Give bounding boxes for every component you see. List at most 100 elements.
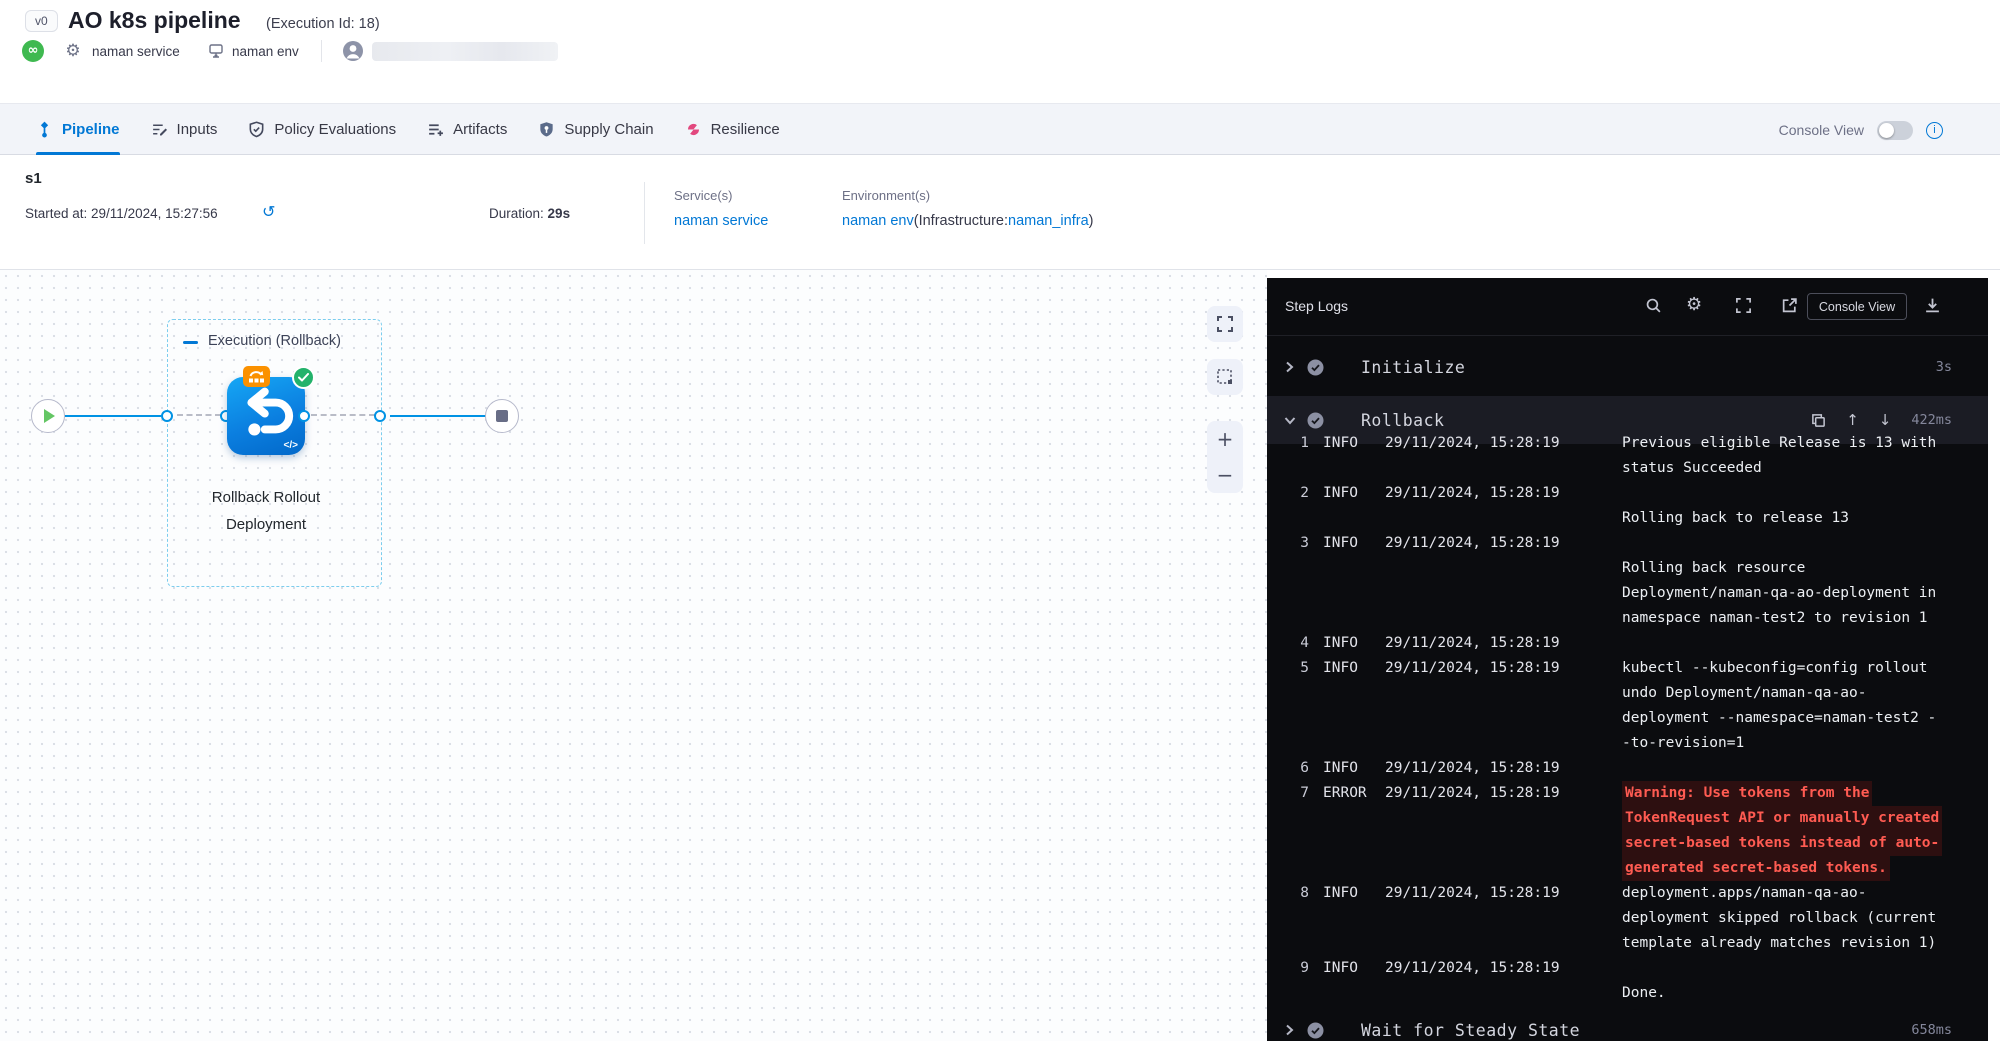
zoom-out-button[interactable]: − [1217, 465, 1234, 485]
tab-pipeline[interactable]: Pipeline [36, 104, 120, 154]
connector-ring-4 [374, 410, 386, 422]
log-line: namespace naman-test2 to revision 1 [1267, 606, 1988, 631]
log-level [1323, 981, 1375, 1006]
log-line-number [1293, 706, 1309, 731]
console-view-toggle[interactable] [1877, 121, 1913, 140]
log-timestamp: 29/11/2024, 15:28:19 [1385, 881, 1567, 906]
fullscreen-icon [1216, 315, 1234, 333]
log-line-number [1293, 806, 1309, 831]
log-level: INFO [1323, 756, 1375, 781]
log-message: Warning: Use tokens from the [1622, 781, 1872, 806]
page-title: AO k8s pipeline [68, 7, 241, 34]
download-logs-icon[interactable] [1924, 297, 1941, 314]
execution-history-icon[interactable]: ↺ [262, 202, 275, 221]
log-line: 6 INFO 29/11/2024, 15:28:19 [1267, 756, 1988, 781]
log-level [1323, 831, 1375, 856]
duration: Duration: 29s [489, 206, 570, 221]
log-line: generated secret-based tokens. [1267, 856, 1988, 881]
log-message: template already matches revision 1) [1622, 931, 1936, 956]
infra-link[interactable]: naman_infra [1008, 213, 1089, 229]
artifacts-icon [427, 121, 444, 138]
log-line-number: 3 [1293, 531, 1309, 556]
log-message: status Succeeded [1622, 456, 1762, 481]
chevron-right-icon[interactable] [1283, 1023, 1295, 1037]
toggle-knob [1879, 123, 1894, 138]
log-message: undo Deployment/naman-qa-ao- [1622, 681, 1866, 706]
tab-policy-evaluations[interactable]: Policy Evaluations [248, 104, 396, 154]
chevron-down-icon[interactable] [1283, 414, 1297, 426]
log-timestamp [1385, 856, 1567, 881]
log-message: secret-based tokens instead of auto- [1622, 831, 1942, 856]
expand-fullscreen-icon[interactable] [1735, 297, 1752, 314]
tab-artifacts[interactable]: Artifacts [427, 104, 507, 154]
header-env-name: naman env [232, 44, 299, 59]
group-label: Execution (Rollback) [208, 333, 341, 349]
section-duration: 422ms [1911, 412, 1952, 428]
play-icon [44, 409, 55, 423]
log-line: TokenRequest API or manually created [1267, 806, 1988, 831]
log-settings-gear-icon[interactable]: ⚙ [1686, 294, 1702, 315]
step-logs-title: Step Logs [1285, 298, 1348, 314]
search-icon[interactable] [1645, 297, 1662, 314]
log-line-number [1293, 556, 1309, 581]
avatar [342, 40, 364, 62]
log-line-number [1293, 931, 1309, 956]
service-link[interactable]: naman service [674, 213, 768, 229]
log-message: Rolling back resource [1622, 556, 1805, 581]
log-level [1323, 606, 1375, 631]
log-line: status Succeeded [1267, 456, 1988, 481]
gear-icon: ⚙ [62, 40, 84, 62]
log-timestamp: 29/11/2024, 15:28:19 [1385, 481, 1567, 506]
log-line-number: 1 [1293, 431, 1309, 456]
log-timestamp: 29/11/2024, 15:28:19 [1385, 756, 1567, 781]
started-at: Started at: 29/11/2024, 15:27:56 [25, 206, 218, 221]
open-in-new-window-icon[interactable] [1781, 297, 1798, 314]
scroll-up-icon[interactable]: ↑ [1846, 411, 1859, 429]
log-message: deployment skipped rollback (current [1622, 906, 1936, 931]
log-timestamp [1385, 706, 1567, 731]
marquee-select-button[interactable] [1207, 359, 1243, 395]
console-view-button[interactable]: Console View [1807, 293, 1907, 320]
fit-to-screen-button[interactable] [1207, 306, 1243, 342]
log-level [1323, 856, 1375, 881]
log-line: 9 INFO 29/11/2024, 15:28:19 [1267, 956, 1988, 981]
services-label: Service(s) [674, 188, 733, 203]
tab-inputs[interactable]: Inputs [151, 104, 218, 154]
log-timestamp [1385, 556, 1567, 581]
log-timestamp [1385, 931, 1567, 956]
log-timestamp: 29/11/2024, 15:28:19 [1385, 656, 1567, 681]
pipeline-end-node[interactable] [485, 399, 519, 433]
redacted-user-email [372, 42, 558, 61]
step-logs-panel: Step Logs ⚙ Console View Ini [1267, 278, 1988, 1041]
pipeline-start-node[interactable] [31, 399, 65, 433]
log-message: TokenRequest API or manually created [1622, 806, 1942, 831]
pipeline-canvas[interactable]: Execution (Rollback) </> Rollback [0, 270, 1267, 1041]
log-section-initialize[interactable]: Initialize 3s [1267, 344, 1988, 390]
info-icon[interactable]: i [1926, 122, 1943, 139]
stage-info-bar: s1 Started at: 29/11/2024, 15:27:56 ↺ Du… [0, 155, 2000, 270]
log-line-number [1293, 831, 1309, 856]
environment-icon [205, 40, 227, 62]
collapse-group-icon[interactable] [183, 341, 198, 344]
log-level: INFO [1323, 656, 1375, 681]
env-link[interactable]: naman env [842, 213, 914, 229]
rollback-log-actions: ↑ ↓ 422ms [1811, 411, 1952, 429]
log-timestamp [1385, 806, 1567, 831]
rollback-step-node[interactable]: </> [227, 377, 305, 455]
log-line-number [1293, 606, 1309, 631]
log-timestamp [1385, 831, 1567, 856]
copy-logs-icon[interactable] [1811, 413, 1826, 428]
log-line-number [1293, 981, 1309, 1006]
zoom-in-button[interactable]: + [1217, 429, 1234, 449]
stage-divider [644, 182, 645, 244]
log-section-wait-steady-state[interactable]: Wait for Steady State 658ms [1267, 1007, 1988, 1041]
tab-supply-chain[interactable]: Supply Chain [538, 104, 653, 154]
code-glyph: </> [284, 440, 298, 451]
edge-end [390, 415, 486, 417]
log-line-number: 4 [1293, 631, 1309, 656]
chevron-right-icon[interactable] [1283, 360, 1295, 374]
console-view-label: Console View [1779, 122, 1864, 138]
tab-resilience[interactable]: Resilience [685, 104, 780, 154]
scroll-down-icon[interactable]: ↓ [1879, 411, 1892, 429]
log-line-number [1293, 456, 1309, 481]
